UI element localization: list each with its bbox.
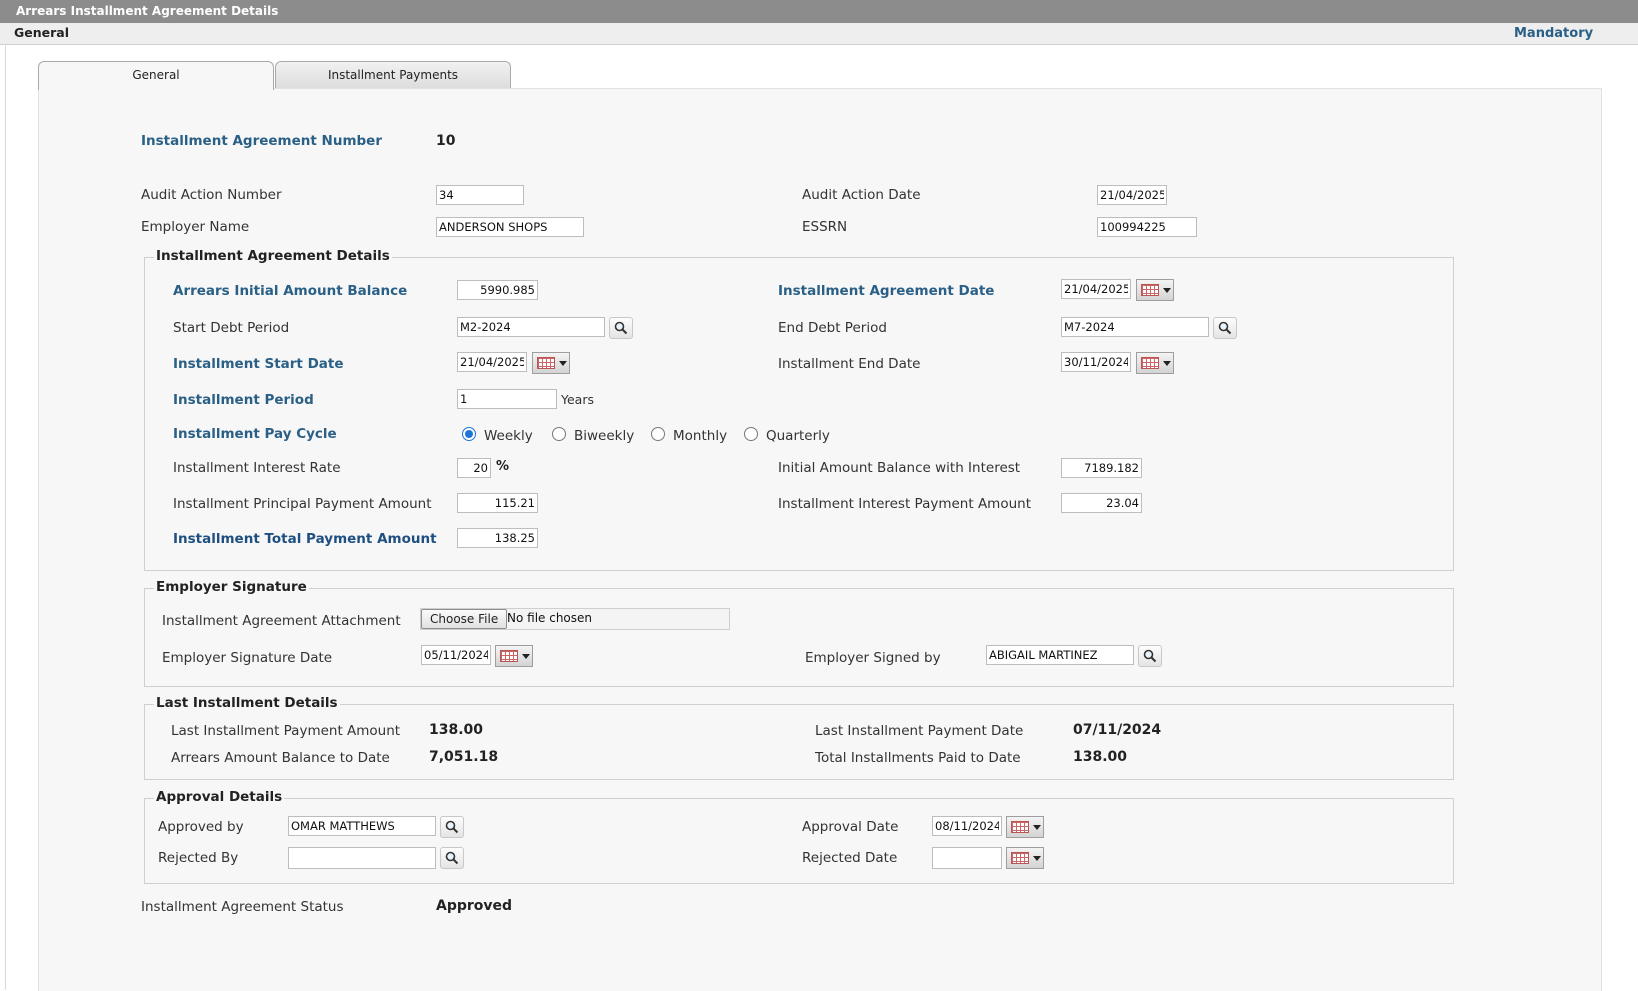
signature-date-label: Employer Signature Date bbox=[162, 650, 333, 666]
pay-cycle-quarterly-label: Quarterly bbox=[766, 428, 830, 444]
signed-by-input[interactable] bbox=[986, 645, 1134, 665]
audit-action-number-input[interactable] bbox=[436, 185, 524, 205]
start-date-input[interactable] bbox=[457, 352, 527, 372]
employer-signature-fieldset bbox=[144, 588, 1454, 687]
tab-general[interactable]: General bbox=[38, 61, 274, 90]
window-titlebar: Arrears Installment Agreement Details bbox=[0, 0, 1638, 23]
signed-by-search-icon[interactable] bbox=[1138, 645, 1162, 667]
approval-legend: Approval Details bbox=[154, 789, 285, 805]
start-date-calendar-icon[interactable] bbox=[532, 352, 570, 374]
last-amount-label: Last Installment Payment Amount bbox=[171, 723, 401, 739]
total-paid-value: 138.00 bbox=[1073, 749, 1128, 765]
pay-cycle-biweekly-label: Biweekly bbox=[574, 428, 635, 444]
approved-by-label: Approved by bbox=[158, 819, 244, 835]
agreement-date-input[interactable] bbox=[1061, 279, 1131, 299]
pay-cycle-monthly-radio[interactable] bbox=[651, 427, 665, 441]
employer-name-input[interactable] bbox=[436, 217, 584, 237]
agreement-date-calendar-icon[interactable] bbox=[1136, 279, 1174, 301]
balance-label: Arrears Amount Balance to Date bbox=[171, 750, 390, 766]
percent-sign: % bbox=[496, 459, 510, 474]
approval-date-input[interactable] bbox=[932, 816, 1002, 836]
window-title: Arrears Installment Agreement Details bbox=[16, 4, 279, 18]
signature-date-calendar-icon[interactable] bbox=[495, 645, 533, 667]
pay-cycle-weekly-radio[interactable] bbox=[462, 427, 476, 441]
arrears-initial-label: Arrears Initial Amount Balance bbox=[173, 283, 408, 299]
status-value: Approved bbox=[436, 898, 513, 914]
end-debt-search-icon[interactable] bbox=[1213, 317, 1237, 339]
signature-date-input[interactable] bbox=[421, 645, 491, 665]
pay-cycle-biweekly-radio[interactable] bbox=[552, 427, 566, 441]
total-input[interactable] bbox=[457, 528, 538, 548]
pay-cycle-label: Installment Pay Cycle bbox=[173, 426, 337, 442]
start-debt-label: Start Debt Period bbox=[173, 320, 290, 336]
interest-rate-label: Installment Interest Rate bbox=[173, 460, 341, 476]
section-header: General Mandatory bbox=[0, 23, 1638, 45]
agreement-details-fieldset bbox=[144, 257, 1454, 571]
essrn-label: ESSRN bbox=[802, 219, 848, 235]
period-label: Installment Period bbox=[173, 392, 314, 408]
principal-input[interactable] bbox=[457, 493, 538, 513]
no-file-text: No file chosen bbox=[507, 611, 593, 625]
rejected-by-input[interactable] bbox=[288, 847, 436, 869]
employer-name-label: Employer Name bbox=[141, 219, 250, 235]
arrears-initial-input[interactable] bbox=[457, 280, 538, 300]
approved-by-input[interactable] bbox=[288, 816, 436, 836]
approval-date-calendar-icon[interactable] bbox=[1006, 816, 1044, 838]
rejected-by-search-icon[interactable] bbox=[440, 847, 464, 869]
interest-rate-input[interactable] bbox=[457, 458, 491, 478]
pay-cycle-weekly-label: Weekly bbox=[484, 428, 533, 444]
agreement-details-legend: Installment Agreement Details bbox=[154, 248, 392, 264]
start-debt-input[interactable] bbox=[457, 317, 605, 337]
start-debt-search-icon[interactable] bbox=[609, 317, 633, 339]
signed-by-label: Employer Signed by bbox=[805, 650, 941, 666]
rejected-by-label: Rejected By bbox=[158, 850, 239, 866]
agreement-number-value: 10 bbox=[436, 133, 456, 149]
section-title: General bbox=[14, 25, 69, 40]
initial-with-interest-input[interactable] bbox=[1061, 458, 1142, 478]
end-date-input[interactable] bbox=[1061, 352, 1131, 372]
interest-payment-label: Installment Interest Payment Amount bbox=[778, 496, 1031, 512]
last-date-label: Last Installment Payment Date bbox=[815, 723, 1024, 739]
end-debt-input[interactable] bbox=[1061, 317, 1209, 337]
total-label: Installment Total Payment Amount bbox=[173, 531, 437, 547]
pay-cycle-quarterly-radio[interactable] bbox=[744, 427, 758, 441]
last-installment-legend: Last Installment Details bbox=[154, 695, 340, 711]
agreement-number-label: Installment Agreement Number bbox=[141, 133, 382, 149]
total-paid-label: Total Installments Paid to Date bbox=[815, 750, 1021, 766]
pay-cycle-monthly-label: Monthly bbox=[673, 428, 728, 444]
rejected-date-label: Rejected Date bbox=[802, 850, 898, 866]
period-input[interactable] bbox=[457, 389, 557, 409]
last-amount-value: 138.00 bbox=[429, 722, 484, 738]
last-installment-fieldset bbox=[144, 704, 1454, 780]
end-date-calendar-icon[interactable] bbox=[1136, 352, 1174, 374]
approval-date-label: Approval Date bbox=[802, 819, 899, 835]
audit-action-date-input[interactable] bbox=[1097, 185, 1167, 205]
last-date-value: 07/11/2024 bbox=[1073, 722, 1162, 738]
balance-value: 7,051.18 bbox=[429, 749, 499, 765]
principal-label: Installment Principal Payment Amount bbox=[173, 496, 432, 512]
end-date-label: Installment End Date bbox=[778, 356, 921, 372]
attachment-label: Installment Agreement Attachment bbox=[162, 613, 401, 629]
mandatory-link[interactable]: Mandatory bbox=[1514, 24, 1593, 44]
audit-action-number-label: Audit Action Number bbox=[141, 187, 282, 203]
agreement-date-label: Installment Agreement Date bbox=[778, 283, 995, 299]
start-date-label: Installment Start Date bbox=[173, 356, 344, 372]
end-debt-label: End Debt Period bbox=[778, 320, 887, 336]
choose-file-button[interactable]: Choose File bbox=[421, 609, 508, 629]
essrn-input[interactable] bbox=[1097, 217, 1197, 237]
status-label: Installment Agreement Status bbox=[141, 899, 344, 915]
initial-with-interest-label: Initial Amount Balance with Interest bbox=[778, 460, 1021, 476]
approval-fieldset bbox=[144, 798, 1454, 884]
audit-action-date-label: Audit Action Date bbox=[802, 187, 921, 203]
approved-by-search-icon[interactable] bbox=[440, 816, 464, 838]
rejected-date-input[interactable] bbox=[932, 847, 1002, 869]
period-unit: Years bbox=[561, 392, 594, 407]
interest-payment-input[interactable] bbox=[1061, 493, 1142, 513]
tab-installment-payments[interactable]: Installment Payments bbox=[275, 61, 511, 89]
employer-signature-legend: Employer Signature bbox=[154, 579, 309, 595]
rejected-date-calendar-icon[interactable] bbox=[1006, 847, 1044, 869]
left-divider bbox=[5, 44, 6, 990]
